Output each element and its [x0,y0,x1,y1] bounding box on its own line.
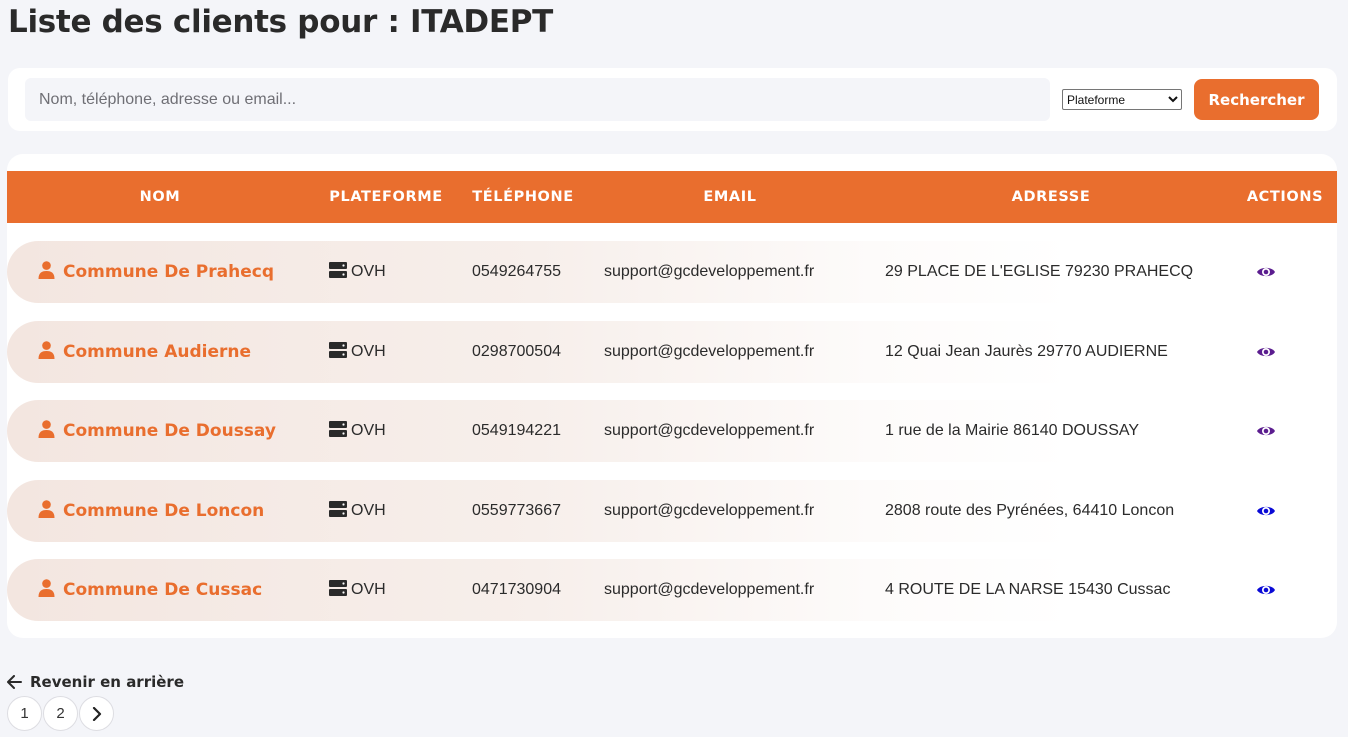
server-icon [329,341,347,358]
table-row: Commune De Doussay OVH 0549194221 suppor… [7,400,1337,462]
address-cell: 1 rue de la Mairie 86140 DOUSSAY [885,422,1140,439]
view-button[interactable] [1256,501,1276,521]
phone-cell: 0559773667 [472,502,561,519]
eye-icon [1257,267,1275,277]
search-button[interactable]: Rechercher [1194,79,1319,120]
table-row: Commune Audierne OVH 0298700504 support@… [7,321,1337,383]
client-name-cell[interactable]: Commune De Cussac [38,559,262,621]
email-cell: support@gcdeveloppement.fr [604,581,815,598]
eye-icon [1257,347,1275,357]
view-button[interactable] [1256,580,1276,600]
phone-cell: 0298700504 [472,343,561,360]
client-name-cell[interactable]: Commune De Doussay [38,400,276,462]
platform-label: OVH [351,502,386,519]
server-icon [329,500,347,517]
table-header: NOM PLATEFORME TÉLÉPHONE EMAIL ADRESSE A… [7,171,1337,223]
email-cell: support@gcdeveloppement.fr [604,422,815,439]
arrow-left-icon [7,675,22,689]
view-button[interactable] [1256,421,1276,441]
platform-select[interactable]: Plateforme [1062,89,1182,110]
page-title: Liste des clients pour : ITADEPT [8,4,553,40]
phone-cell: 0471730904 [472,581,561,598]
phone-cell: 0549264755 [472,263,561,280]
platform-label: OVH [351,581,386,598]
header-telephone: TÉLÉPHONE [472,189,574,205]
view-button[interactable] [1256,342,1276,362]
platform-label: OVH [351,422,386,439]
user-icon [38,500,55,518]
table-row: Commune De Prahecq OVH 0549264755 suppor… [7,241,1337,303]
client-name-cell[interactable]: Commune Audierne [38,321,251,383]
client-name-cell[interactable]: Commune De Loncon [38,480,264,542]
server-icon [329,579,347,596]
eye-icon [1257,585,1275,595]
back-link-label: Revenir en arrière [30,673,184,691]
address-cell: 29 PLACE DE L'EGLISE 79230 PRAHECQ [885,263,1194,280]
table-row: Commune De Loncon OVH 0559773667 support… [7,480,1337,542]
page-1-button[interactable]: 1 [7,696,42,731]
next-page-button[interactable] [79,696,114,731]
client-name: Commune De Cussac [63,580,263,600]
platform-label: OVH [351,263,386,280]
search-input[interactable] [25,78,1050,121]
email-cell: support@gcdeveloppement.fr [604,343,815,360]
address-cell: 2808 route des Pyrénées, 64410 Loncon [885,502,1175,519]
platform-cell: OVH [329,321,386,383]
header-actions: ACTIONS [1246,189,1324,205]
address-cell: 12 Quai Jean Jaurès 29770 AUDIERNE [885,343,1168,360]
header-plateforme: PLATEFORME [329,189,443,205]
clients-table: NOM PLATEFORME TÉLÉPHONE EMAIL ADRESSE A… [7,154,1337,638]
view-button[interactable] [1256,262,1276,282]
platform-cell: OVH [329,241,386,303]
user-icon [38,341,55,359]
server-icon [329,420,347,437]
email-cell: support@gcdeveloppement.fr [604,502,815,519]
header-adresse: ADRESSE [1011,189,1091,205]
platform-cell: OVH [329,559,386,621]
client-name-cell[interactable]: Commune De Prahecq [38,241,274,303]
client-name: Commune Audierne [63,342,252,362]
server-icon [329,261,347,278]
table-row: Commune De Cussac OVH 0471730904 support… [7,559,1337,621]
pagination: 1 2 [7,696,114,731]
header-email: EMAIL [703,189,757,205]
phone-cell: 0549194221 [472,422,561,439]
user-icon [38,579,55,597]
platform-cell: OVH [329,400,386,462]
page-2-button[interactable]: 2 [43,696,78,731]
client-name: Commune De Prahecq [63,262,274,282]
search-bar: Plateforme Rechercher [8,68,1337,131]
user-icon [38,261,55,279]
eye-icon [1257,426,1275,436]
platform-label: OVH [351,343,386,360]
header-nom: NOM [139,189,181,205]
client-name: Commune De Doussay [63,421,276,441]
chevron-right-icon [92,706,101,721]
client-name: Commune De Loncon [63,501,265,521]
eye-icon [1257,506,1275,516]
user-icon [38,420,55,438]
address-cell: 4 ROUTE DE LA NARSE 15430 Cussac [885,581,1171,598]
back-link[interactable]: Revenir en arrière [7,673,184,691]
platform-cell: OVH [329,480,386,542]
email-cell: support@gcdeveloppement.fr [604,263,815,280]
